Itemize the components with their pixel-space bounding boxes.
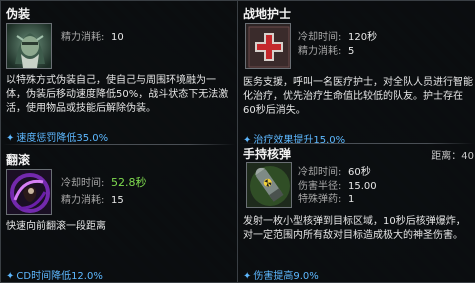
bonus-text: 速度惩罚降低35.0% bbox=[16, 133, 109, 144]
stat-label: 精力消耗: bbox=[298, 46, 342, 57]
bonus-text: CD时间降低12.0% bbox=[16, 271, 103, 282]
skill-tooltip-right: 战地护士 冷却时间: 120秒 精力消耗: 5 医务支援，呼叫一名医疗护士，对全队人… bbox=[237, 0, 475, 283]
diamond-bullet-icon: ✦ bbox=[6, 271, 15, 282]
stat-label: 精力消耗: bbox=[61, 32, 105, 43]
stat-row: 冷却时间: 52.8秒 bbox=[61, 174, 147, 190]
bonus-text: 伤害提高9.0% bbox=[253, 271, 319, 282]
skill-bonus: ✦ 速度惩罚降低35.0% bbox=[6, 129, 108, 144]
stat-label: 精力消耗: bbox=[61, 195, 105, 206]
skill-bonus: ✦ CD时间降低12.0% bbox=[6, 267, 103, 282]
stat-row: 精力消耗: 5 bbox=[298, 42, 354, 57]
stat-label: 冷却时间: bbox=[298, 32, 342, 43]
skill-description: 医务支援，呼叫一名医疗护士，对全队人员进行智能化治疗，优先治疗生命值比较低的队友… bbox=[243, 77, 473, 116]
stat-value: 52.8秒 bbox=[111, 176, 147, 189]
stat-row: 精力消耗: 10 bbox=[61, 28, 124, 43]
skill-description: 快速向前翻滚一段距离 bbox=[6, 221, 106, 232]
camouflage-icon bbox=[6, 23, 52, 69]
stat-label: 冷却时间: bbox=[61, 178, 105, 189]
nuke-shell-icon bbox=[246, 162, 292, 208]
stat-row: 冷却时间: 120秒 bbox=[298, 28, 377, 43]
skill-tooltip-left: 伪装 精力消耗: 10 以特殊方式伪装自己，使自己与周围环境融为一体，伪装后移动速… bbox=[0, 0, 238, 283]
skill-range: 距离：40 bbox=[431, 151, 474, 162]
medic-cross-icon bbox=[245, 23, 291, 69]
roll-icon bbox=[6, 169, 52, 215]
skill-title-camouflage: 伪装 bbox=[6, 7, 31, 21]
stat-value: 10 bbox=[111, 32, 124, 43]
stat-value: 5 bbox=[348, 46, 355, 57]
diamond-bullet-icon: ✦ bbox=[6, 133, 15, 144]
skill-bonus: ✦ 伤害提高9.0% bbox=[243, 267, 319, 282]
stat-row: 特殊弹药: 1 bbox=[298, 190, 354, 205]
skill-title-handheld-nuke: 手持核弹 bbox=[243, 147, 292, 161]
skill-title-roll: 翻滚 bbox=[6, 153, 31, 167]
skill-description: 发射一枚小型核弹到目标区域，10秒后核弹爆炸，对一定范围内所有敌对目标造成极大的… bbox=[243, 216, 466, 241]
skill-title-field-nurse: 战地护士 bbox=[243, 7, 292, 21]
stat-row: 精力消耗: 15 bbox=[61, 191, 124, 206]
skill-description: 以特殊方式伪装自己，使自己与周围环境融为一体，伪装后移动速度降低50%，战斗状态… bbox=[6, 75, 229, 114]
stat-label: 特殊弹药: bbox=[298, 194, 342, 205]
stat-value: 15 bbox=[111, 195, 124, 206]
divider bbox=[240, 143, 474, 144]
stat-row: 冷却时间: 60秒 bbox=[298, 163, 371, 178]
diamond-bullet-icon: ✦ bbox=[243, 271, 252, 282]
stat-value: 1 bbox=[348, 194, 355, 205]
stat-label: 冷却时间: bbox=[298, 167, 342, 178]
divider bbox=[3, 144, 235, 145]
